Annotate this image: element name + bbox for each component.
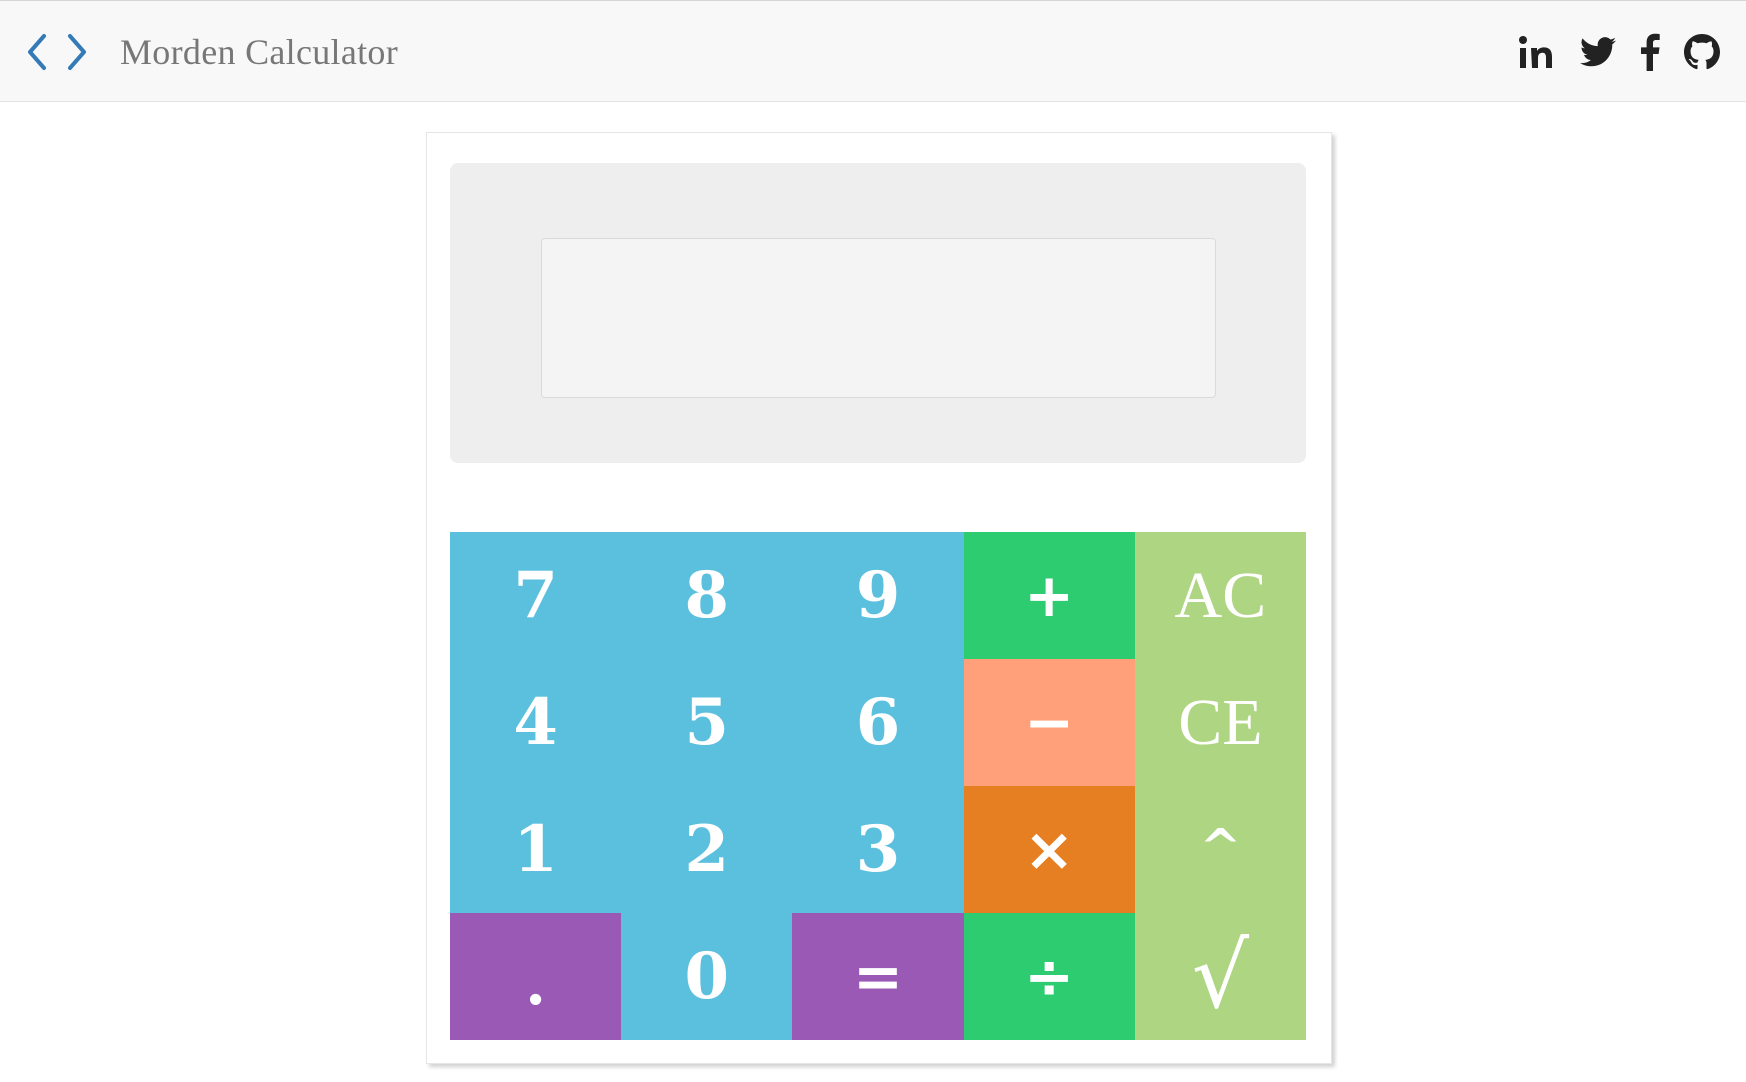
display-input[interactable]: [541, 238, 1216, 398]
linkedin-link[interactable]: [1518, 34, 1556, 70]
key-eight[interactable]: 8: [621, 532, 793, 659]
key-clear-entry[interactable]: CE: [1134, 659, 1306, 786]
display-panel: [450, 163, 1306, 463]
key-four[interactable]: 4: [450, 659, 622, 786]
twitter-icon: [1580, 37, 1616, 67]
key-divide[interactable]: ÷: [963, 913, 1135, 1040]
key-sqrt[interactable]: √: [1134, 913, 1306, 1040]
key-six[interactable]: 6: [792, 659, 964, 786]
key-subtract[interactable]: −: [963, 659, 1135, 786]
key-all-clear[interactable]: AC: [1134, 532, 1306, 659]
key-five[interactable]: 5: [621, 659, 793, 786]
key-equals[interactable]: =: [792, 913, 964, 1040]
facebook-link[interactable]: [1640, 33, 1660, 71]
top-navbar: Morden Calculator: [0, 0, 1746, 102]
key-zero[interactable]: 0: [621, 913, 793, 1040]
calculator: 7 8 9 + AC 4 5 6 − CE 1 2 3 × ^ . 0 = ÷ …: [426, 132, 1332, 1064]
linkedin-icon: [1519, 36, 1552, 68]
key-power[interactable]: ^: [1134, 786, 1306, 913]
key-two[interactable]: 2: [621, 786, 793, 913]
social-links: [1518, 29, 1720, 75]
key-nine[interactable]: 9: [792, 532, 964, 659]
key-three[interactable]: 3: [792, 786, 964, 913]
key-decimal[interactable]: .: [450, 913, 622, 1040]
key-seven[interactable]: 7: [450, 532, 622, 659]
github-icon: [1684, 34, 1720, 70]
keypad: 7 8 9 + AC 4 5 6 − CE 1 2 3 × ^ . 0 = ÷ …: [450, 532, 1306, 1040]
key-one[interactable]: 1: [450, 786, 622, 913]
github-link[interactable]: [1684, 34, 1720, 70]
code-brackets-icon: [28, 34, 86, 70]
brand[interactable]: Morden Calculator: [26, 29, 398, 75]
key-add[interactable]: +: [963, 532, 1135, 659]
app-title: Morden Calculator: [120, 32, 399, 72]
facebook-icon: [1641, 33, 1660, 71]
key-multiply[interactable]: ×: [963, 786, 1135, 913]
twitter-link[interactable]: [1580, 36, 1616, 68]
